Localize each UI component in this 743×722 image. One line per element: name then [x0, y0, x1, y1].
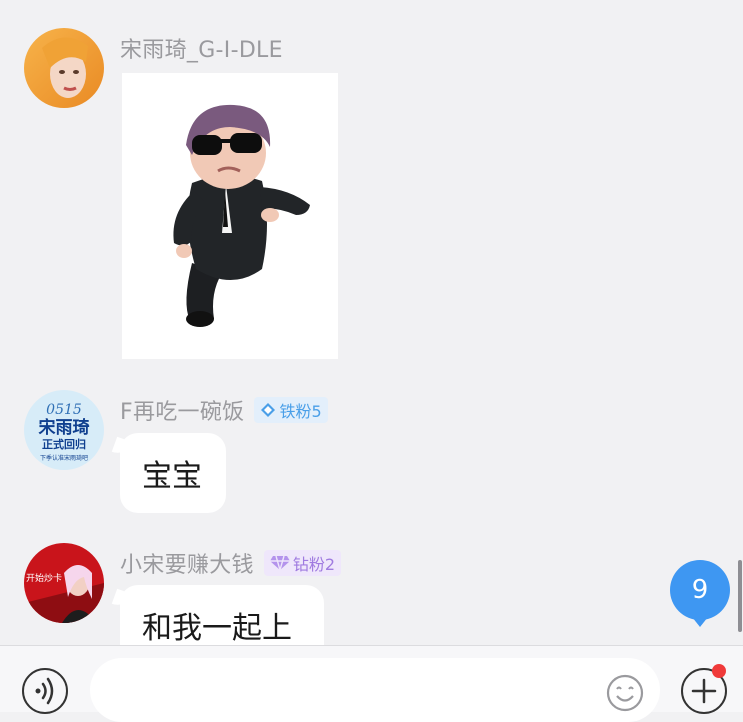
message-bubble[interactable]: 宝宝 — [120, 433, 226, 513]
plus-icon — [691, 678, 717, 704]
avatar[interactable]: 开始炒卡 — [24, 543, 104, 623]
sender-name[interactable]: 小宋要赚大钱 — [120, 547, 254, 579]
voice-wave-icon — [35, 677, 54, 705]
voice-input-button[interactable] — [22, 668, 68, 714]
avatar-text-line: 正式回归 — [42, 437, 86, 451]
message-input-bar — [0, 645, 743, 722]
badge-label: 铁粉5 — [279, 402, 322, 421]
sender-name-row: 宋雨琦_G-I-DLE — [120, 32, 283, 64]
emoji-smile-icon — [606, 674, 644, 712]
fan-level-badge[interactable]: 铁粉5 — [254, 397, 328, 423]
sender-name-row: F再吃一碗饭 铁粉5 — [120, 394, 328, 426]
avatar[interactable]: 0515 宋雨琦 正式回归 下季认准宋雨琦吧 — [24, 390, 104, 470]
message-text: 宝宝 — [142, 459, 202, 494]
diamond-shape-icon — [261, 403, 276, 417]
avatar-text-line: 0515 — [46, 402, 82, 418]
black-suit-sunglasses-sticker[interactable] — [122, 73, 338, 359]
avatar-text-line: 下季认准宋雨琦吧 — [40, 454, 88, 462]
sender-name[interactable]: 宋雨琦_G-I-DLE — [120, 32, 283, 64]
unread-count: 9 — [691, 575, 709, 605]
emoji-button[interactable] — [606, 674, 644, 712]
sender-name-row: 小宋要赚大钱 钻粉2 — [120, 547, 341, 579]
notification-dot — [712, 664, 726, 678]
avatar[interactable] — [24, 28, 104, 108]
avatar-text-line: 开始炒卡 — [26, 572, 62, 584]
badge-label: 钻粉2 — [292, 555, 335, 574]
avatar-text-line: 宋雨琦 — [38, 417, 90, 438]
unread-count-badge[interactable]: 9 — [670, 560, 730, 627]
scrollbar[interactable] — [738, 560, 742, 632]
message-text: 和我一起上 — [142, 611, 292, 645]
sender-name[interactable]: F再吃一碗饭 — [120, 394, 244, 426]
message-input[interactable] — [90, 658, 660, 722]
fan-level-badge[interactable]: 钻粉2 — [263, 550, 341, 576]
chat-message-list[interactable]: 宋雨琦_G-I-DLE 0515 宋雨琦 正式回归 下季认准宋雨琦吧 F再吃一碗… — [0, 0, 743, 645]
gem-icon — [269, 555, 290, 571]
message-bubble[interactable]: 和我一起上 — [120, 585, 324, 645]
